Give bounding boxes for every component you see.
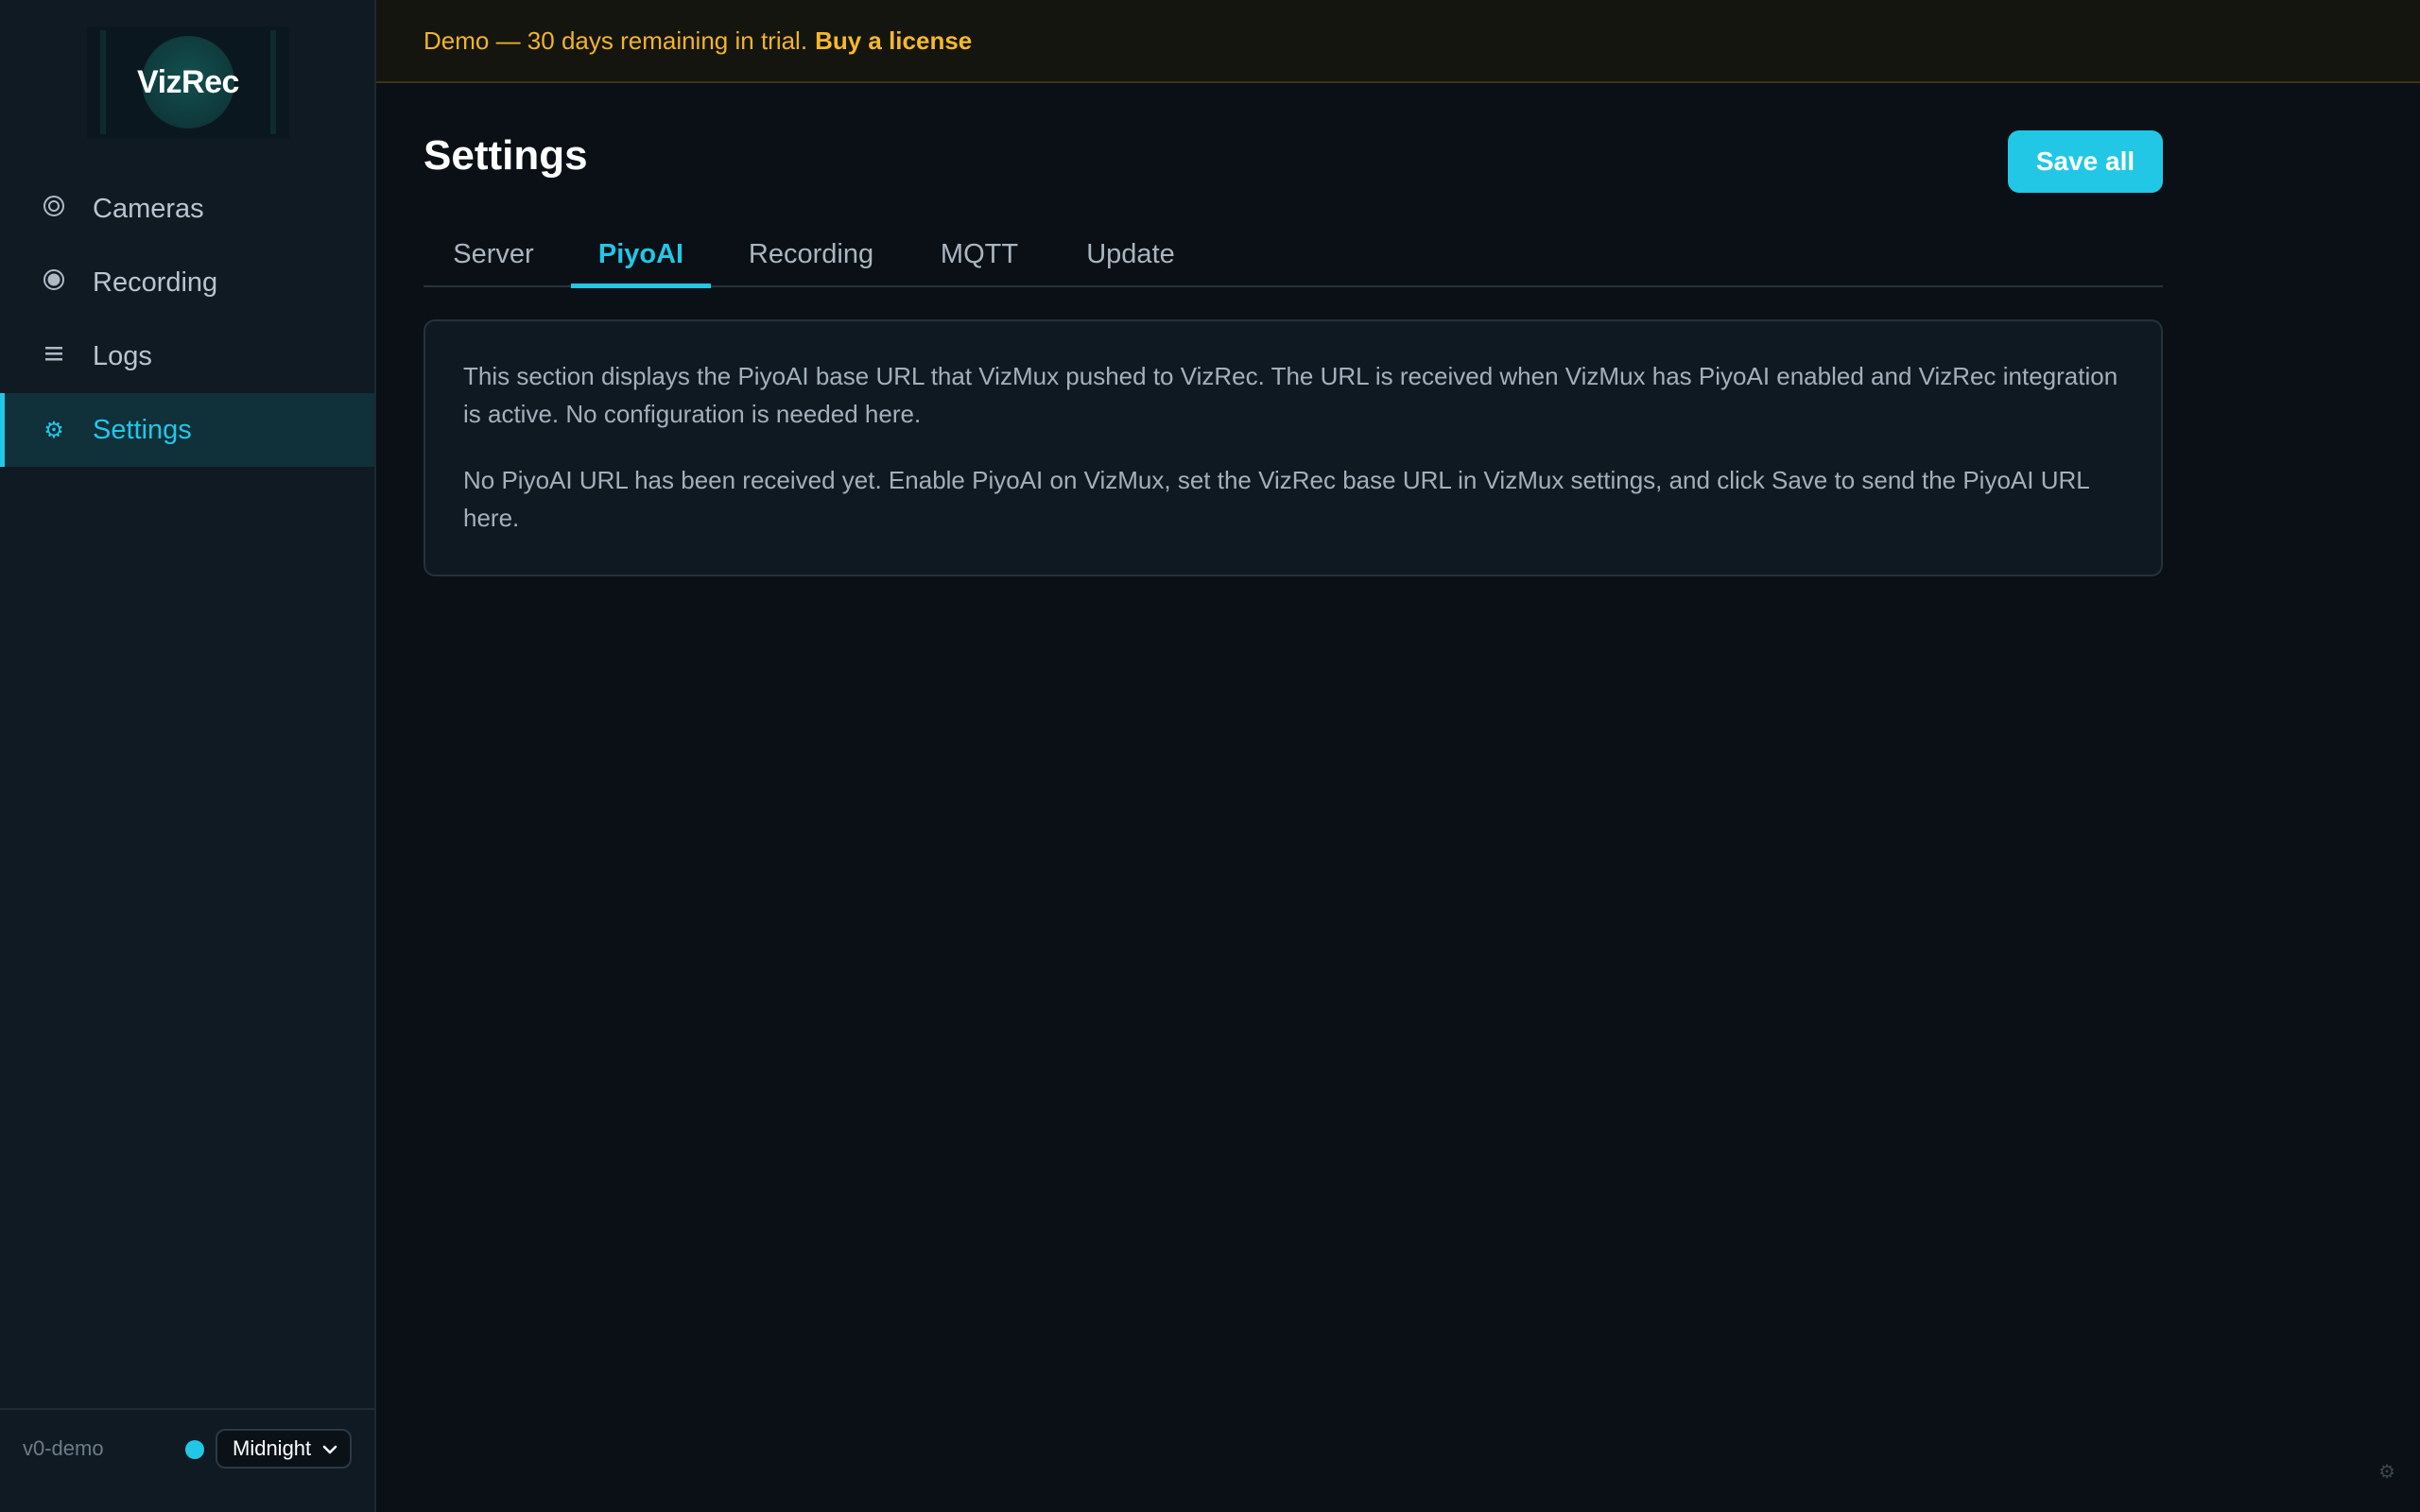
version-label: v0-demo	[23, 1436, 104, 1460]
piyoai-info-card: This section displays the PiyoAI base UR…	[424, 319, 2163, 576]
status-paragraph: No PiyoAI URL has been received yet. Ena…	[463, 466, 2089, 532]
app-logo[interactable]: VizRec	[87, 26, 289, 138]
gear-icon: ⚙	[43, 417, 64, 443]
trial-banner: Demo — 30 days remaining in trial. Buy a…	[376, 0, 2420, 83]
tab-mqtt[interactable]: MQTT	[941, 223, 1018, 285]
tab-update[interactable]: Update	[1085, 223, 1176, 285]
info-paragraph: This section displays the PiyoAI base UR…	[463, 362, 2118, 428]
theme-color-dot	[185, 1440, 204, 1459]
chevron-down-icon	[322, 1445, 337, 1454]
sidebar-footer: v0-demo Midnight	[0, 1408, 374, 1512]
sidebar-item-label: Cameras	[93, 193, 204, 224]
tab-piyoai[interactable]: PiyoAI	[571, 223, 711, 288]
camera-ring-icon	[42, 194, 66, 225]
trial-banner-text: Demo — 30 days remaining in trial.	[424, 26, 808, 55]
sidebar-nav: Cameras Recording Logs ⚙ Settings	[0, 172, 374, 467]
settings-tabs: Server PiyoAI Recording MQTT Update	[424, 223, 2163, 288]
sidebar-item-recording[interactable]: Recording	[0, 246, 374, 319]
theme-select[interactable]: Midnight	[216, 1429, 352, 1469]
sidebar-item-label: Settings	[93, 414, 192, 445]
sidebar-item-cameras[interactable]: Cameras	[0, 172, 374, 246]
buy-license-link[interactable]: Buy a license	[815, 26, 972, 56]
sidebar-item-settings[interactable]: ⚙ Settings	[0, 393, 374, 467]
save-all-button[interactable]: Save all	[2008, 130, 2163, 193]
tab-server[interactable]: Server	[453, 223, 533, 285]
tab-recording[interactable]: Recording	[749, 223, 873, 285]
sidebar-item-label: Recording	[93, 266, 218, 298]
record-dot-icon	[42, 267, 66, 299]
logo-text: VizRec	[137, 64, 239, 100]
gear-icon[interactable]: ⚙	[2378, 1460, 2395, 1484]
theme-select-value: Midnight	[233, 1436, 312, 1460]
sidebar: VizRec Cameras Recording Logs ⚙ Settings…	[0, 0, 376, 1512]
page-title: Settings	[424, 132, 588, 179]
sidebar-item-logs[interactable]: Logs	[0, 319, 374, 393]
sidebar-item-label: Logs	[93, 340, 152, 371]
list-icon	[42, 341, 66, 372]
